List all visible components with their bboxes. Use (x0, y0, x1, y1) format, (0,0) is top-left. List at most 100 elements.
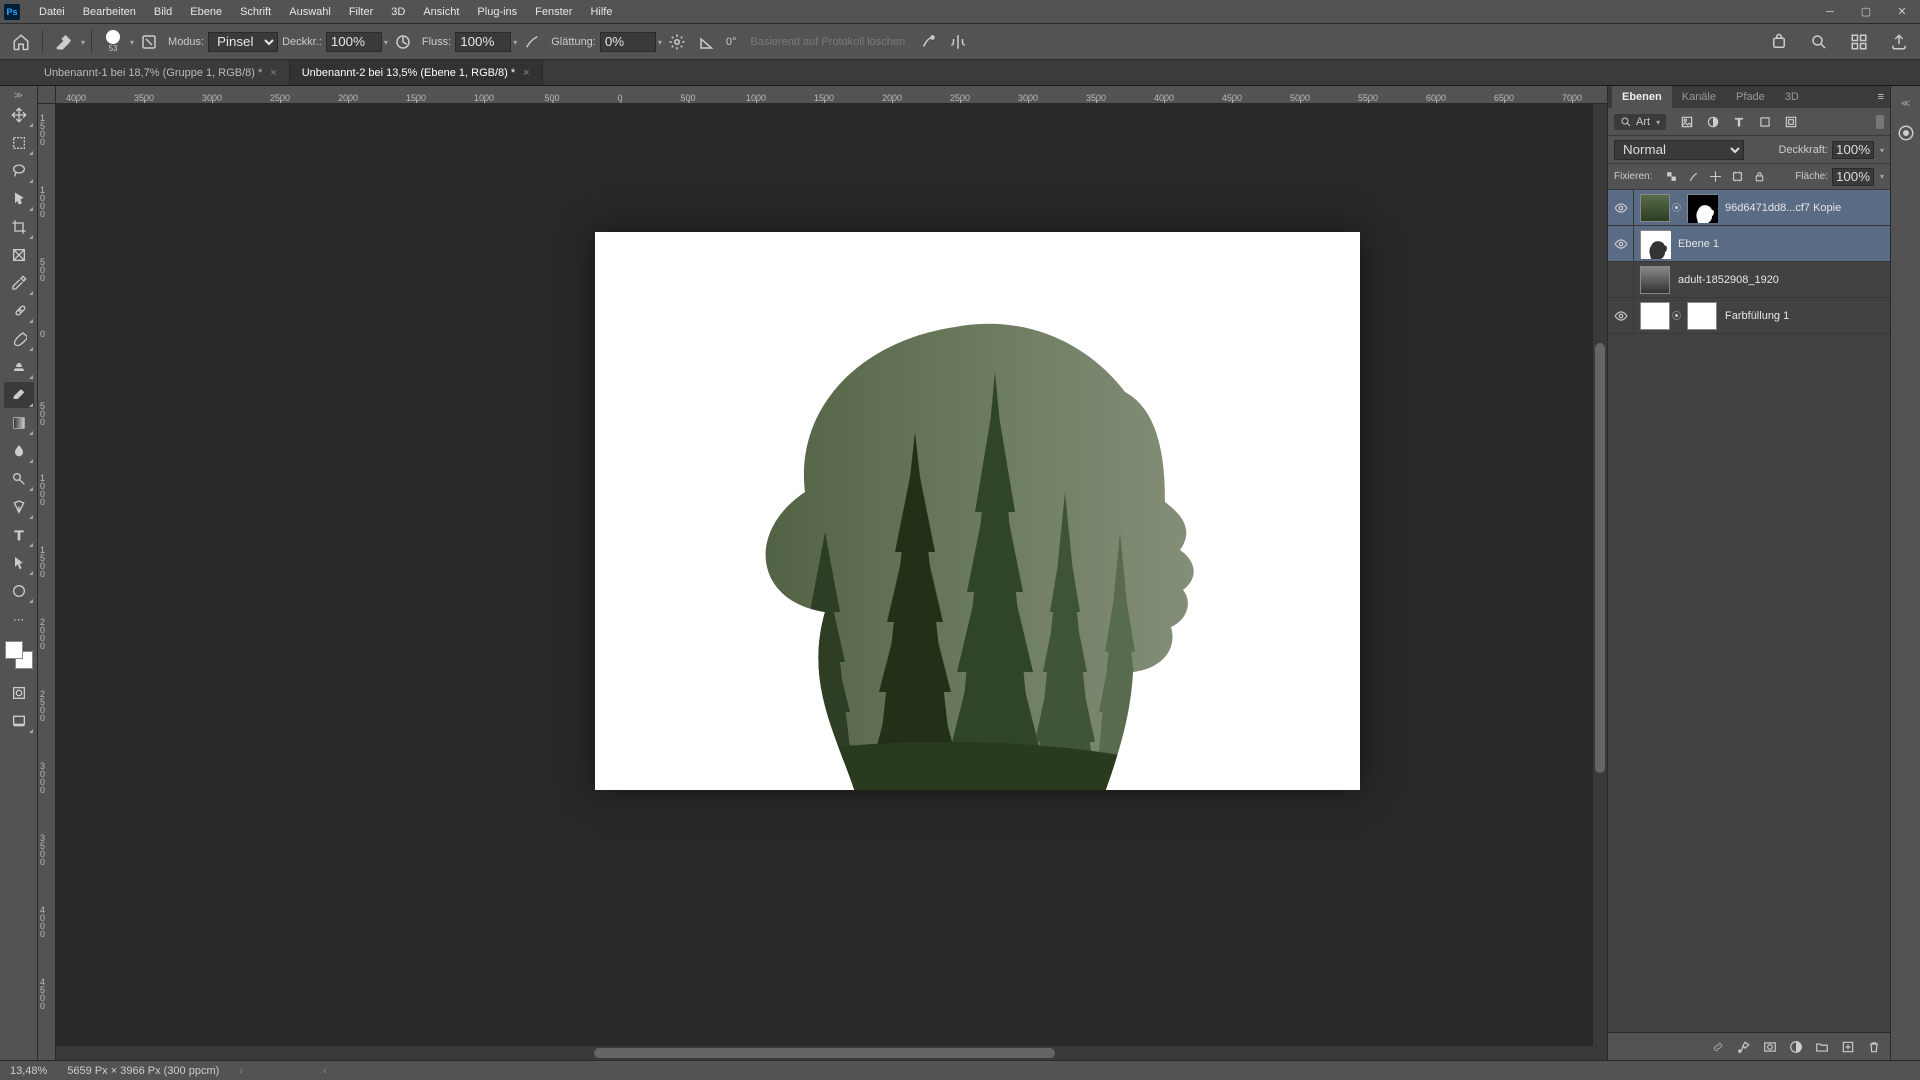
shape-tool[interactable] (4, 578, 34, 604)
smoothing-options-icon[interactable] (664, 29, 690, 55)
menu-hilfe[interactable]: Hilfe (581, 0, 621, 23)
cloud-docs-icon[interactable] (1766, 29, 1792, 55)
layer-row[interactable]: adult-1852908_1920 (1608, 262, 1890, 298)
type-tool[interactable] (4, 522, 34, 548)
layer-style-icon[interactable] (1736, 1039, 1752, 1055)
color-swatches[interactable] (5, 641, 33, 669)
layer-opacity-input[interactable] (1832, 141, 1874, 159)
path-select-tool[interactable] (4, 550, 34, 576)
menu-filter[interactable]: Filter (340, 0, 382, 23)
layer-name-label[interactable]: Ebene 1 (1678, 238, 1719, 250)
home-icon[interactable] (8, 29, 34, 55)
layer-mask-thumbnail[interactable] (1687, 194, 1717, 222)
quickmask-toggle[interactable] (4, 680, 34, 706)
mode-select[interactable]: Pinsel (208, 32, 278, 52)
menu-bearbeiten[interactable]: Bearbeiten (74, 0, 145, 23)
layer-filter-select[interactable]: Art (1614, 114, 1666, 130)
group-icon[interactable] (1814, 1039, 1830, 1055)
healing-tool[interactable] (4, 298, 34, 324)
dodge-tool[interactable] (4, 466, 34, 492)
layer-name-label[interactable]: adult-1852908_1920 (1678, 274, 1779, 286)
brush-panel-toggle-icon[interactable] (136, 29, 162, 55)
filter-shape-icon[interactable] (1758, 115, 1772, 129)
menu-auswahl[interactable]: Auswahl (280, 0, 340, 23)
more-tool[interactable]: ⋯ (4, 606, 34, 632)
filter-toggle[interactable] (1876, 115, 1884, 129)
document-tab[interactable]: Unbenannt-2 bei 13,5% (Ebene 1, RGB/8) *… (290, 60, 543, 85)
eyedropper-tool[interactable] (4, 270, 34, 296)
frame-tool[interactable] (4, 242, 34, 268)
lock-position-icon[interactable] (1708, 170, 1722, 184)
tab-close-icon[interactable]: × (523, 67, 529, 79)
delete-layer-icon[interactable] (1866, 1039, 1882, 1055)
blur-tool[interactable] (4, 438, 34, 464)
layer-row[interactable]: ⦿Farbfüllung 1 (1608, 298, 1890, 334)
eraser-tool[interactable] (4, 382, 34, 408)
menu-ebene[interactable]: Ebene (181, 0, 231, 23)
layer-name-label[interactable]: 96d6471dd8...cf7 Kopie (1725, 202, 1841, 214)
zoom-level[interactable]: 13,48% (10, 1065, 47, 1077)
crop-tool[interactable] (4, 214, 34, 240)
panel-tab-kanäle[interactable]: Kanäle (1672, 86, 1726, 108)
foreground-color-swatch[interactable] (5, 641, 23, 659)
link-layers-icon[interactable] (1710, 1039, 1726, 1055)
layer-mask-thumbnail[interactable] (1687, 302, 1717, 330)
layer-visibility-toggle[interactable] (1608, 262, 1634, 297)
ruler-horizontal[interactable]: 4000350030002500200015001000500050010001… (56, 86, 1607, 104)
layer-visibility-toggle[interactable] (1608, 298, 1634, 333)
ruler-vertical[interactable]: 1500100050005001000150020002500300035004… (38, 104, 56, 1060)
menu-3d[interactable]: 3D (382, 0, 414, 23)
filter-smart-icon[interactable] (1784, 115, 1798, 129)
lock-image-icon[interactable] (1686, 170, 1700, 184)
brush-preview[interactable]: 53 (100, 27, 126, 57)
layer-row[interactable]: Ebene 1 (1608, 226, 1890, 262)
document-tab[interactable]: Unbenannt-1 bei 18,7% (Gruppe 1, RGB/8) … (32, 60, 290, 85)
eraser-tool-icon[interactable] (51, 29, 77, 55)
layer-visibility-toggle[interactable] (1608, 226, 1634, 261)
window-close-button[interactable]: ✕ (1884, 0, 1920, 24)
canvas-viewport[interactable] (56, 104, 1607, 1060)
scrollbar-horizontal[interactable] (56, 1046, 1593, 1060)
collapse-arrows[interactable]: ≪ (1895, 92, 1917, 114)
menu-ansicht[interactable]: Ansicht (414, 0, 468, 23)
screenmode-toggle[interactable] (4, 708, 34, 734)
menu-bild[interactable]: Bild (145, 0, 181, 23)
layer-thumbnail[interactable] (1640, 266, 1670, 294)
smoothing-input[interactable] (600, 32, 656, 52)
menu-fenster[interactable]: Fenster (526, 0, 581, 23)
panel-tab-pfade[interactable]: Pfade (1726, 86, 1775, 108)
filter-adjust-icon[interactable] (1706, 115, 1720, 129)
layer-row[interactable]: ⦿96d6471dd8...cf7 Kopie (1608, 190, 1890, 226)
fill-input[interactable] (1832, 168, 1874, 186)
panel-tab-3d[interactable]: 3D (1775, 86, 1809, 108)
opacity-input[interactable] (326, 32, 382, 52)
pressure-opacity-icon[interactable] (390, 29, 416, 55)
pressure-size-icon[interactable] (915, 29, 941, 55)
move-tool[interactable] (4, 102, 34, 128)
blend-mode-select[interactable]: Normal (1614, 140, 1744, 160)
clone-stamp-tool[interactable] (4, 354, 34, 380)
new-layer-icon[interactable] (1840, 1039, 1856, 1055)
filter-type-icon[interactable] (1732, 115, 1746, 129)
share-icon[interactable] (1886, 29, 1912, 55)
lasso-tool[interactable] (4, 158, 34, 184)
flow-input[interactable] (455, 32, 511, 52)
lock-artboard-icon[interactable] (1730, 170, 1744, 184)
layer-thumbnail[interactable] (1640, 230, 1670, 258)
layer-visibility-toggle[interactable] (1608, 190, 1634, 225)
tab-close-icon[interactable]: × (270, 67, 276, 79)
adjustment-layer-icon[interactable] (1788, 1039, 1804, 1055)
panel-menu-icon[interactable]: ≡ (1872, 86, 1890, 108)
lock-transparency-icon[interactable] (1664, 170, 1678, 184)
panel-tab-ebenen[interactable]: Ebenen (1612, 86, 1672, 108)
gradient-tool[interactable] (4, 410, 34, 436)
layer-name-label[interactable]: Farbfüllung 1 (1725, 310, 1789, 322)
document-canvas[interactable] (595, 232, 1360, 790)
quick-select-tool[interactable] (4, 186, 34, 212)
marquee-tool[interactable] (4, 130, 34, 156)
angle-icon[interactable] (694, 29, 720, 55)
layer-mask-icon[interactable] (1762, 1039, 1778, 1055)
layer-thumbnail[interactable] (1640, 302, 1670, 330)
search-icon[interactable] (1806, 29, 1832, 55)
window-minimize-button[interactable]: ─ (1812, 0, 1848, 24)
